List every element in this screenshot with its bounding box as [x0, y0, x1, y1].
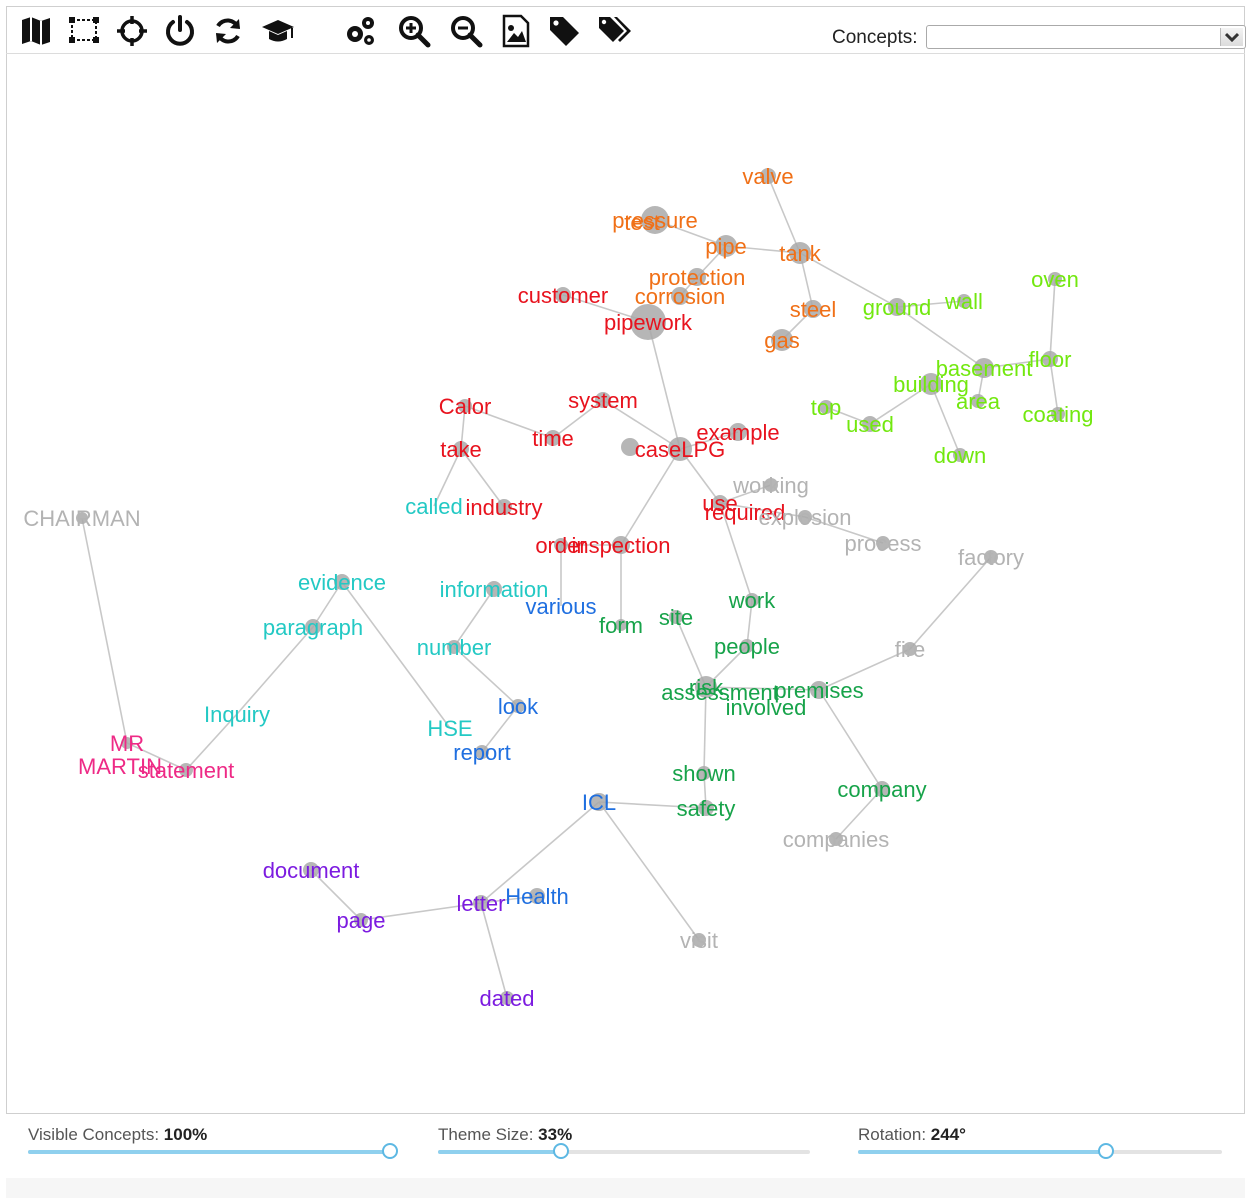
- concept-label[interactable]: factory: [958, 545, 1024, 570]
- visible-concepts-label: Visible Concepts:: [28, 1125, 160, 1144]
- concept-label[interactable]: ICL: [582, 790, 616, 815]
- concept-label[interactable]: CHAIRMAN: [23, 506, 140, 531]
- visible-concepts-fill: [28, 1150, 390, 1154]
- concept-label[interactable]: steel: [790, 297, 836, 322]
- concept-label[interactable]: shown: [672, 761, 736, 786]
- concept-label[interactable]: oven: [1031, 267, 1079, 292]
- concept-label[interactable]: called: [405, 494, 462, 519]
- concept-label[interactable]: tank: [779, 241, 822, 266]
- concept-label[interactable]: document: [263, 858, 360, 883]
- concept-label[interactable]: letter: [457, 891, 506, 916]
- concept-label[interactable]: time: [532, 426, 574, 451]
- concept-label[interactable]: premises: [774, 678, 863, 703]
- concept-label[interactable]: MR: [110, 731, 144, 756]
- concept-label[interactable]: visit: [680, 928, 718, 953]
- concept-label[interactable]: floor: [1029, 347, 1072, 372]
- concept-label[interactable]: corrosion: [635, 284, 725, 309]
- concept-label[interactable]: people: [714, 634, 780, 659]
- concept-label[interactable]: ground: [863, 295, 932, 320]
- concept-label[interactable]: take: [440, 437, 482, 462]
- concept-label[interactable]: top: [811, 395, 842, 420]
- concept-label[interactable]: inspection: [571, 533, 670, 558]
- concept-label[interactable]: number: [417, 635, 492, 660]
- rotation-label: Rotation:: [858, 1125, 927, 1144]
- rotation-thumb[interactable]: [1097, 1143, 1114, 1159]
- concept-label[interactable]: statement: [138, 758, 235, 783]
- concept-label[interactable]: Health: [505, 884, 569, 909]
- concept-label[interactable]: HSE: [427, 716, 472, 741]
- footer-bar: [6, 1178, 1245, 1198]
- concept-link: [818, 689, 883, 790]
- visible-concepts-slider[interactable]: [28, 1143, 398, 1159]
- concept-label[interactable]: safety: [677, 796, 736, 821]
- concept-label[interactable]: pipework: [604, 310, 693, 335]
- concept-label[interactable]: customer: [518, 283, 608, 308]
- concept-label[interactable]: system: [568, 388, 638, 413]
- concept-label[interactable]: valve: [742, 164, 793, 189]
- concept-label[interactable]: pipe: [705, 234, 747, 259]
- concept-label[interactable]: work: [728, 588, 776, 613]
- rotation-slider[interactable]: [858, 1143, 1222, 1159]
- visible-concepts-value: 100%: [163, 1125, 208, 1144]
- concept-label[interactable]: page: [337, 908, 386, 933]
- theme-size-value: 33%: [538, 1125, 573, 1144]
- concept-label[interactable]: look: [498, 694, 539, 719]
- theme-size-slider[interactable]: [438, 1143, 810, 1159]
- concept-label[interactable]: working: [732, 473, 809, 498]
- concept-link: [909, 556, 992, 650]
- concept-link: [81, 517, 128, 744]
- concept-label[interactable]: dated: [479, 986, 534, 1011]
- concept-label[interactable]: Calor: [439, 394, 492, 419]
- concept-map[interactable]: valvepressuretestpipe tankprotectioncorro…: [0, 0, 1249, 1110]
- labels-layer: valvepressuretestpipe tankprotectioncorro…: [23, 164, 1093, 1011]
- concept-label[interactable]: report: [453, 740, 510, 765]
- concept-label[interactable]: Inquiry: [204, 702, 270, 727]
- theme-size-fill: [438, 1150, 561, 1154]
- concept-label[interactable]: example: [696, 420, 779, 445]
- concept-label[interactable]: coating: [1023, 402, 1094, 427]
- concept-label[interactable]: explosion: [759, 505, 852, 530]
- concept-label[interactable]: wall: [944, 289, 983, 314]
- concept-label[interactable]: various: [526, 594, 597, 619]
- controls-bar: Visible Concepts: 100% Theme Size: 33% R…: [0, 1115, 1249, 1175]
- concept-label[interactable]: companies: [783, 827, 889, 852]
- theme-size-label: Theme Size:: [438, 1125, 534, 1144]
- concept-label[interactable]: paragraph: [263, 615, 363, 640]
- concept-link: [236, 626, 314, 715]
- concept-label[interactable]: industry: [465, 495, 542, 520]
- concept-label[interactable]: fire: [895, 637, 926, 662]
- concept-label[interactable]: down: [934, 443, 987, 468]
- concept-label[interactable]: form: [599, 613, 643, 638]
- concept-link: [647, 321, 681, 450]
- rotation-control: Rotation: 244°: [858, 1125, 966, 1145]
- visible-concepts-control: Visible Concepts: 100%: [28, 1125, 207, 1145]
- concept-label[interactable]: process: [844, 531, 921, 556]
- concept-label[interactable]: site: [659, 605, 693, 630]
- concept-link: [598, 801, 700, 941]
- theme-size-control: Theme Size: 33%: [438, 1125, 572, 1145]
- rotation-fill: [858, 1150, 1106, 1154]
- concept-label[interactable]: test: [624, 210, 659, 235]
- rotation-value: 244°: [930, 1125, 966, 1144]
- visible-concepts-thumb[interactable]: [382, 1143, 398, 1159]
- concept-link: [480, 902, 508, 999]
- concept-link: [620, 448, 681, 546]
- concept-label[interactable]: evidence: [298, 570, 386, 595]
- concept-label[interactable]: area: [956, 389, 1001, 414]
- concept-label[interactable]: used: [846, 412, 894, 437]
- theme-size-thumb[interactable]: [552, 1143, 569, 1159]
- concept-label[interactable]: company: [837, 777, 926, 802]
- concept-label[interactable]: gas: [764, 328, 799, 353]
